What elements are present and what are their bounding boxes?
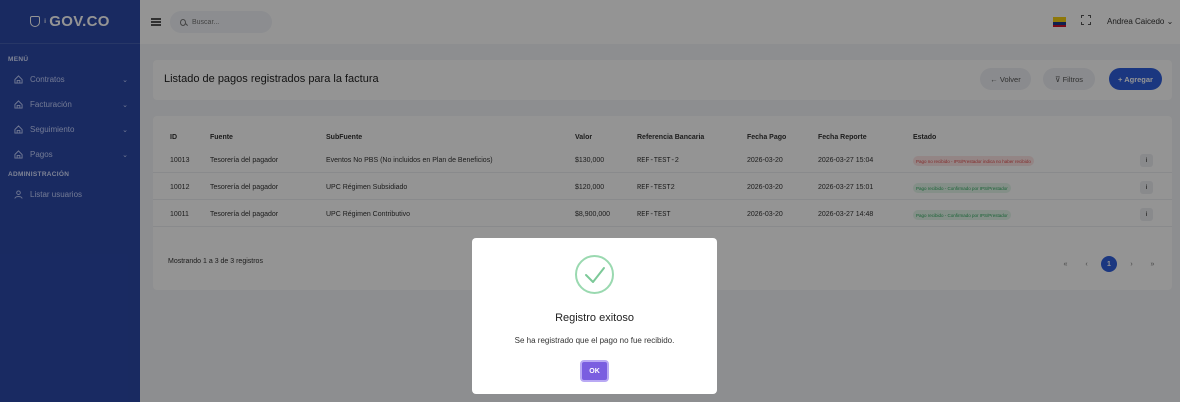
dialog-message: Se ha registrado que el pago no fue reci… [514,336,675,345]
ok-button[interactable]: OK [580,360,609,382]
success-dialog: Registro exitoso Se ha registrado que el… [472,238,717,394]
dialog-title: Registro exitoso [555,312,634,324]
check-circle-icon [575,255,614,294]
